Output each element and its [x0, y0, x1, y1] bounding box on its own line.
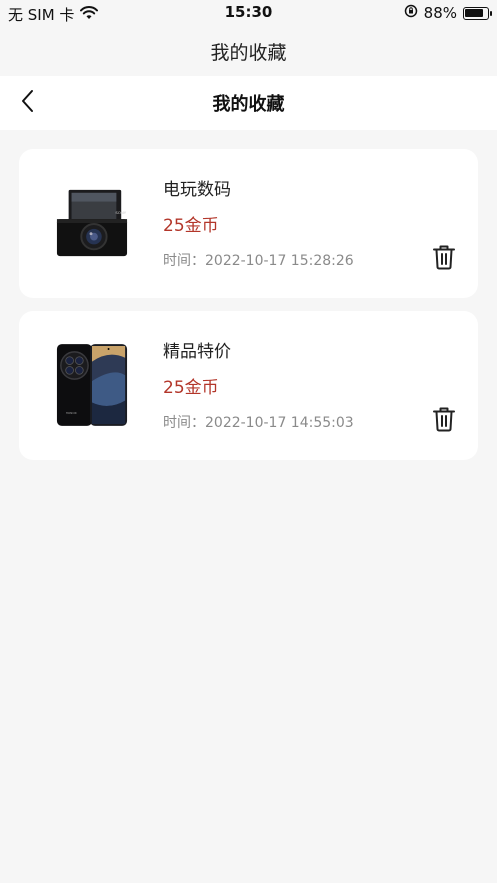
- svg-text:HONOR: HONOR: [66, 411, 77, 415]
- battery-icon: [463, 6, 492, 20]
- product-price: 25金币: [163, 216, 219, 236]
- page-title: 我的收藏: [212, 94, 285, 115]
- product-image-camera: SONY: [55, 177, 129, 269]
- trash-icon: [432, 244, 456, 274]
- back-button[interactable]: [10, 86, 44, 120]
- chevron-left-icon: [20, 89, 34, 117]
- trash-icon: [432, 406, 456, 436]
- battery-level: [465, 8, 483, 17]
- app-title: 我的收藏: [210, 41, 287, 64]
- product-title: 电玩数码: [163, 180, 231, 200]
- svg-text:SONY: SONY: [115, 210, 126, 215]
- app-title-bar: 我的收藏: [0, 26, 497, 76]
- nav-bar: 我的收藏: [0, 76, 497, 130]
- delete-button[interactable]: [430, 407, 458, 435]
- favorite-card[interactable]: HONOR 精品特价 25金币 时间：2022-10-17 14:55:03: [19, 311, 478, 460]
- favorites-list: SONY 电玩数码 25金币 时间：2022-10-17 15:28:26 HO…: [0, 130, 497, 883]
- status-bar: 无 SIM 卡 15:30 88%: [0, 0, 497, 26]
- orientation-lock-icon: [404, 4, 418, 22]
- favorite-card[interactable]: SONY 电玩数码 25金币 时间：2022-10-17 15:28:26: [19, 149, 478, 298]
- product-title: 精品特价: [163, 342, 231, 362]
- delete-button[interactable]: [430, 245, 458, 273]
- battery-percent: 88%: [423, 4, 457, 22]
- favorite-time: 时间：2022-10-17 15:28:26: [163, 253, 354, 269]
- product-price: 25金币: [163, 378, 219, 398]
- product-image-smartphone: HONOR: [55, 339, 129, 431]
- favorite-time: 时间：2022-10-17 14:55:03: [163, 415, 354, 431]
- status-right: 88%: [404, 4, 492, 22]
